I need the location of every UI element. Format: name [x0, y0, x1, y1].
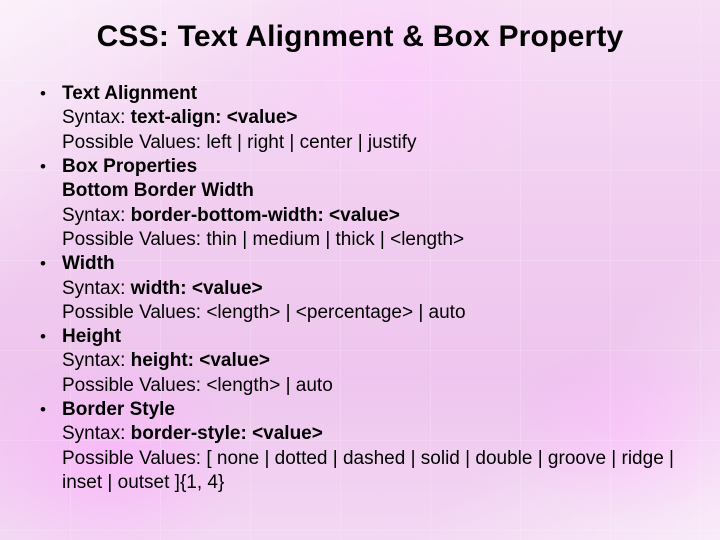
- item-heading: Box Properties: [62, 155, 197, 179]
- bullet-icon: •: [40, 325, 62, 348]
- syntax-line: Syntax: border-bottom-width: <value>: [40, 204, 684, 228]
- item-subheading: Bottom Border Width: [40, 179, 684, 203]
- syntax-label: Syntax:: [62, 350, 131, 371]
- syntax-code: width: <value>: [131, 278, 263, 299]
- syntax-code: border-bottom-width: <value>: [131, 205, 400, 226]
- list-item: • Height Syntax: height: <value> Possibl…: [40, 325, 684, 398]
- syntax-line: Syntax: border-style: <value>: [40, 422, 684, 446]
- item-heading: Height: [62, 325, 121, 349]
- values-line: Possible Values: left | right | center |…: [40, 131, 684, 155]
- page-title: CSS: Text Alignment & Box Property: [0, 20, 720, 54]
- values-line: Possible Values: <length> | auto: [40, 374, 684, 398]
- item-heading: Text Alignment: [62, 82, 197, 106]
- list-item: • Text Alignment Syntax: text-align: <va…: [40, 82, 684, 155]
- bullet-icon: •: [40, 82, 62, 105]
- syntax-line: Syntax: width: <value>: [40, 277, 684, 301]
- item-heading: Width: [62, 252, 115, 276]
- values-line: Possible Values: [ none | dotted | dashe…: [40, 447, 684, 496]
- syntax-code: text-align: <value>: [131, 107, 298, 128]
- item-heading: Border Style: [62, 398, 175, 422]
- list-item: • Box Properties Bottom Border Width Syn…: [40, 155, 684, 252]
- list-item: • Border Style Syntax: border-style: <va…: [40, 398, 684, 495]
- bullet-icon: •: [40, 398, 62, 421]
- syntax-line: Syntax: text-align: <value>: [40, 106, 684, 130]
- syntax-line: Syntax: height: <value>: [40, 349, 684, 373]
- syntax-label: Syntax:: [62, 423, 131, 444]
- syntax-code: height: <value>: [131, 350, 270, 371]
- bullet-icon: •: [40, 252, 62, 275]
- syntax-code: border-style: <value>: [131, 423, 323, 444]
- syntax-label: Syntax:: [62, 205, 131, 226]
- bullet-list: • Text Alignment Syntax: text-align: <va…: [40, 82, 684, 495]
- values-line: Possible Values: <length> | <percentage>…: [40, 301, 684, 325]
- list-item: • Width Syntax: width: <value> Possible …: [40, 252, 684, 325]
- slide-body: • Text Alignment Syntax: text-align: <va…: [40, 82, 684, 495]
- syntax-label: Syntax:: [62, 278, 131, 299]
- syntax-label: Syntax:: [62, 107, 131, 128]
- values-line: Possible Values: thin | medium | thick |…: [40, 228, 684, 252]
- bullet-icon: •: [40, 155, 62, 178]
